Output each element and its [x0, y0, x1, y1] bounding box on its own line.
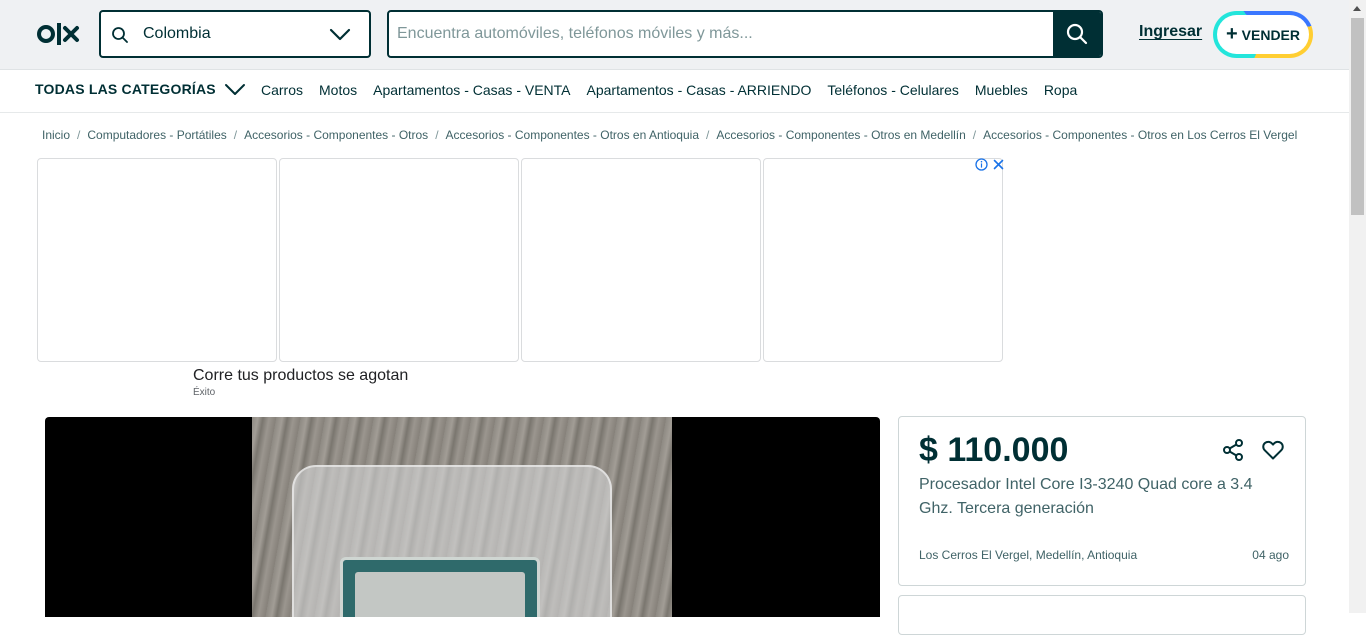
- breadcrumb-separator: /: [233, 128, 238, 142]
- ad-product-card[interactable]: [763, 158, 1003, 362]
- breadcrumb: Inicio / Computadores - Portátiles / Acc…: [42, 128, 1297, 142]
- listing-photo: [252, 417, 672, 617]
- category-link-telefonos[interactable]: Teléfonos - Celulares: [827, 82, 959, 98]
- sell-label: VENDER: [1241, 26, 1301, 43]
- search-icon: [1066, 23, 1088, 45]
- breadcrumb-item[interactable]: Computadores - Portátiles: [87, 128, 226, 142]
- plus-icon: +: [1225, 22, 1238, 45]
- category-link-apartamentos-venta[interactable]: Apartamentos - Casas - VENTA: [373, 82, 570, 98]
- location-value: Colombia: [143, 25, 211, 42]
- breadcrumb-item[interactable]: Accesorios - Componentes - Otros en Mede…: [716, 128, 965, 142]
- ad-product-card[interactable]: [279, 158, 519, 362]
- breadcrumb-item[interactable]: Accesorios - Componentes - Otros en Anti…: [446, 128, 699, 142]
- listing-title: Procesador Intel Core I3-3240 Quad core …: [919, 476, 1253, 517]
- category-bar: TODAS LAS CATEGORÍAS Carros Motos Aparta…: [0, 70, 1349, 113]
- listing-location: Los Cerros El Vergel, Medellín, Antioqui…: [919, 548, 1138, 562]
- page-scrollbar[interactable]: [1349, 0, 1366, 613]
- all-categories-label: TODAS LAS CATEGORÍAS: [35, 81, 216, 97]
- breadcrumb-item[interactable]: Inicio: [42, 128, 70, 142]
- chevron-down-icon: [224, 84, 245, 95]
- olx-logo[interactable]: [37, 20, 83, 48]
- category-link-motos[interactable]: Motos: [319, 82, 357, 98]
- price-card: $ 110.000 Procesador Intel Core I3-3240 …: [898, 416, 1306, 586]
- header: Colombia Ingresar + VENDER: [0, 0, 1349, 70]
- scrollbar-thumb[interactable]: [1351, 18, 1364, 215]
- breadcrumb-item[interactable]: Accesorios - Componentes - Otros en Los …: [983, 128, 1297, 142]
- sell-button[interactable]: + VENDER: [1213, 11, 1313, 58]
- scroll-up-arrow[interactable]: [1353, 6, 1361, 11]
- all-categories-button[interactable]: TODAS LAS CATEGORÍAS: [35, 81, 246, 97]
- category-link-ropa[interactable]: Ropa: [1044, 82, 1077, 98]
- location-selector[interactable]: Colombia: [99, 10, 371, 58]
- search-input[interactable]: [389, 12, 1055, 56]
- ad-source: Éxito: [193, 387, 216, 398]
- login-link[interactable]: Ingresar: [1139, 23, 1202, 41]
- listing-price: $ 110.000: [919, 431, 1069, 469]
- breadcrumb-separator: /: [972, 128, 977, 142]
- category-links: Carros Motos Apartamentos - Casas - VENT…: [261, 82, 1077, 98]
- breadcrumb-separator: /: [706, 128, 710, 142]
- share-icon[interactable]: [1221, 438, 1245, 462]
- search-bar: [387, 10, 1103, 58]
- processor-chip: [340, 557, 540, 617]
- category-link-apartamentos-arriendo[interactable]: Apartamentos - Casas - ARRIENDO: [587, 82, 812, 98]
- breadcrumb-separator: /: [77, 128, 81, 142]
- close-icon[interactable]: [992, 158, 1005, 171]
- seller-card: [898, 595, 1306, 635]
- ad-product-card[interactable]: [521, 158, 761, 362]
- listing-date: 04 ago: [1252, 548, 1289, 562]
- search-icon: [112, 27, 128, 43]
- chevron-down-icon: [329, 28, 351, 41]
- breadcrumb-item[interactable]: Accesorios - Componentes - Otros: [244, 128, 428, 142]
- category-link-carros[interactable]: Carros: [261, 82, 303, 98]
- sell-button-inner: + VENDER: [1217, 15, 1309, 54]
- breadcrumb-separator: /: [435, 128, 439, 142]
- search-button[interactable]: [1053, 12, 1101, 56]
- heart-icon[interactable]: [1261, 438, 1285, 462]
- info-icon[interactable]: [975, 158, 988, 171]
- ad-controls: [975, 158, 1005, 171]
- ad-title[interactable]: Corre tus productos se agotan: [193, 367, 408, 385]
- ad-product-card[interactable]: [37, 158, 277, 362]
- image-gallery[interactable]: [45, 417, 880, 617]
- category-link-muebles[interactable]: Muebles: [975, 82, 1028, 98]
